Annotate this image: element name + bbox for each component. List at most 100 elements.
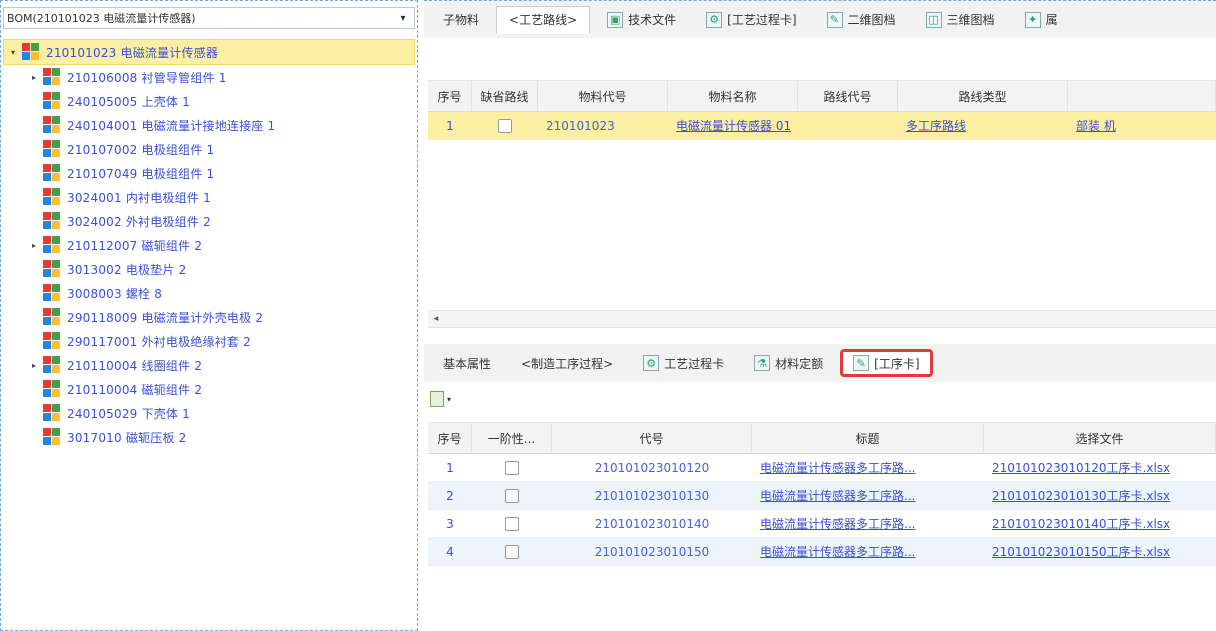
tree-node[interactable]: 3013002 电极垫片 2 <box>1 257 417 281</box>
tab-icon: ▣ <box>607 11 624 28</box>
title-link[interactable]: 电磁流量计传感器多工序路... <box>752 538 984 565</box>
tab-item[interactable]: <制造工序过程> <box>508 349 626 377</box>
row-checkbox[interactable] <box>505 516 519 531</box>
tab-item[interactable]: 子物料 <box>430 6 492 34</box>
tree-node[interactable]: ▸ 210112007 磁轭组件 2 <box>1 233 417 257</box>
route-type-link[interactable]: 多工序路线 <box>898 112 1068 139</box>
title-link[interactable]: 电磁流量计传感器多工序路... <box>752 510 984 537</box>
horizontal-scrollbar[interactable]: ◂ <box>428 310 1216 328</box>
tab-label: 工艺过程卡 <box>664 356 725 371</box>
chevron-down-icon[interactable]: ▾ <box>392 8 414 28</box>
tab-item[interactable]: ⚗ 材料定额 <box>741 349 836 377</box>
tab-item[interactable]: 基本属性 <box>430 349 504 377</box>
tree-node[interactable]: 3008003 螺栓 8 <box>1 281 417 305</box>
column-header[interactable]: 序号 <box>428 81 472 111</box>
column-header[interactable]: 选择文件 <box>984 423 1216 453</box>
tab-item[interactable]: ✦ 属 <box>1012 6 1071 34</box>
row-checkbox[interactable] <box>505 460 519 475</box>
tree-node[interactable]: 3024001 内衬电极组件 1 <box>1 185 417 209</box>
scroll-left-icon[interactable]: ◂ <box>428 314 444 324</box>
component-icon <box>43 116 61 134</box>
chevron-down-icon[interactable]: ▾ <box>447 395 451 404</box>
column-header[interactable]: 物料名称 <box>668 81 798 111</box>
column-header[interactable]: 一阶性... <box>472 423 552 453</box>
process-card-grid: 序号 一阶性... 代号 标题 选择文件 1 210101023010120 电磁流… <box>428 422 1216 566</box>
column-header[interactable]: 路线类型 <box>898 81 1068 111</box>
column-header[interactable]: 路线代号 <box>798 81 898 111</box>
tab-label: [工序卡] <box>874 356 920 371</box>
first-order-cell <box>472 482 552 509</box>
tab-item[interactable]: ▣ 技术文件 <box>594 6 689 34</box>
bom-select[interactable]: BOM(210101023 电磁流量计传感器) ▾ <box>3 7 415 29</box>
tree-node[interactable]: 3017010 磁轭压板 2 <box>1 425 417 449</box>
component-icon <box>43 356 61 374</box>
table-row[interactable]: 1 210101023 电磁流量计传感器 01 多工序路线 部装 机 <box>428 112 1216 140</box>
tab-item[interactable]: ⚙ 工艺过程卡 <box>630 349 737 377</box>
table-row[interactable]: 3 210101023010140 电磁流量计传感器多工序路... 210101023… <box>428 510 1216 538</box>
tree-node[interactable]: ▸ 210106008 衬管导管组件 1 <box>1 65 417 89</box>
tree-node[interactable]: 210110004 磁轭组件 2 <box>1 377 417 401</box>
expand-toggle-icon[interactable]: ▸ <box>29 361 39 370</box>
tree-node[interactable]: 210107049 电极组组件 1 <box>1 161 417 185</box>
component-icon <box>43 332 61 350</box>
seq-cell: 3 <box>446 516 454 531</box>
tree-node[interactable]: 290117001 外衬电极绝缘衬套 2 <box>1 329 417 353</box>
file-link[interactable]: 210101023010140工序卡.xlsx <box>984 510 1216 537</box>
expand-toggle-icon[interactable]: ▸ <box>29 241 39 250</box>
tree-node-label: 240105005 上壳体 1 <box>67 94 190 109</box>
tree-node[interactable]: ▾ 210101023 电磁流量计传感器 <box>3 39 415 65</box>
tree-node[interactable]: 240105029 下壳体 1 <box>1 401 417 425</box>
tab-icon: ◫ <box>925 11 942 28</box>
tab-item[interactable]: ⚙ [工艺过程卡] <box>693 6 809 34</box>
tree-node-label: 290118009 电磁流量计外壳电极 2 <box>67 310 264 325</box>
component-icon <box>43 308 61 326</box>
table-row[interactable]: 4 210101023010150 电磁流量计传感器多工序路... 210101023… <box>428 538 1216 566</box>
column-header[interactable]: 代号 <box>552 423 752 453</box>
tree-node-label: 210107049 电极组组件 1 <box>67 166 215 181</box>
extra-cell[interactable]: 部装 机 <box>1068 112 1216 139</box>
file-link[interactable]: 210101023010150工序卡.xlsx <box>984 538 1216 565</box>
tab-item[interactable]: ✎ 二维图档 <box>814 6 909 34</box>
title-link[interactable]: 电磁流量计传感器多工序路... <box>752 482 984 509</box>
tree-node[interactable]: 3024002 外衬电极组件 2 <box>1 209 417 233</box>
file-link[interactable]: 210101023010120工序卡.xlsx <box>984 454 1216 481</box>
tab-label: 基本属性 <box>443 356 492 371</box>
tab-icon: ⚗ <box>754 355 771 371</box>
tree-node[interactable]: 290118009 电磁流量计外壳电极 2 <box>1 305 417 329</box>
route-grid-header: 序号 缺省路线 物料代号 物料名称 路线代号 路线类型 <box>428 80 1216 112</box>
component-icon <box>43 380 61 398</box>
material-name-link[interactable]: 电磁流量计传感器 01 <box>668 112 798 139</box>
column-header[interactable] <box>1068 81 1216 111</box>
column-header[interactable]: 物料代号 <box>538 81 668 111</box>
component-icon <box>43 284 61 302</box>
row-checkbox[interactable] <box>505 488 519 503</box>
export-icon[interactable] <box>430 391 444 407</box>
component-icon <box>22 43 40 61</box>
tree-node[interactable]: 210107002 电极组组件 1 <box>1 137 417 161</box>
expand-toggle-icon[interactable]: ▾ <box>8 48 18 57</box>
title-link[interactable]: 电磁流量计传感器多工序路... <box>752 454 984 481</box>
tab-item[interactable]: ◫ 三维图档 <box>913 6 1008 34</box>
tab-icon: ⚙ <box>706 11 723 28</box>
table-row[interactable]: 1 210101023010120 电磁流量计传感器多工序路... 210101023… <box>428 454 1216 482</box>
tree-node[interactable]: ▸ 210110004 线圈组件 2 <box>1 353 417 377</box>
code-cell: 210101023010120 <box>594 460 710 475</box>
expand-toggle-icon[interactable]: ▸ <box>29 73 39 82</box>
column-header[interactable]: 缺省路线 <box>472 81 538 111</box>
first-order-cell <box>472 538 552 565</box>
table-row[interactable]: 2 210101023010130 电磁流量计传感器多工序路... 210101023… <box>428 482 1216 510</box>
tree-node-label: 3024002 外衬电极组件 2 <box>67 214 211 229</box>
column-header[interactable]: 序号 <box>428 423 472 453</box>
code-cell: 210101023010130 <box>594 488 710 503</box>
top-tab-bar: 子物料 <工艺路线> ▣ 技术文件 ⚙ [工艺过程卡] ✎ 二维图档 ◫ 三维图档 ✦ 属 <box>424 0 1216 38</box>
tree-node[interactable]: 240104001 电磁流量计接地连接座 1 <box>1 113 417 137</box>
row-checkbox[interactable] <box>505 544 519 559</box>
tree-node-label: 3017010 磁轭压板 2 <box>67 430 187 445</box>
tab-item[interactable]: ✎ [工序卡] <box>840 349 933 377</box>
default-route-checkbox[interactable] <box>498 118 512 133</box>
tree-node-label: 210110004 线圈组件 2 <box>67 358 203 373</box>
tree-node[interactable]: 240105005 上壳体 1 <box>1 89 417 113</box>
column-header[interactable]: 标题 <box>752 423 984 453</box>
file-link[interactable]: 210101023010130工序卡.xlsx <box>984 482 1216 509</box>
tab-item[interactable]: <工艺路线> <box>496 5 591 34</box>
